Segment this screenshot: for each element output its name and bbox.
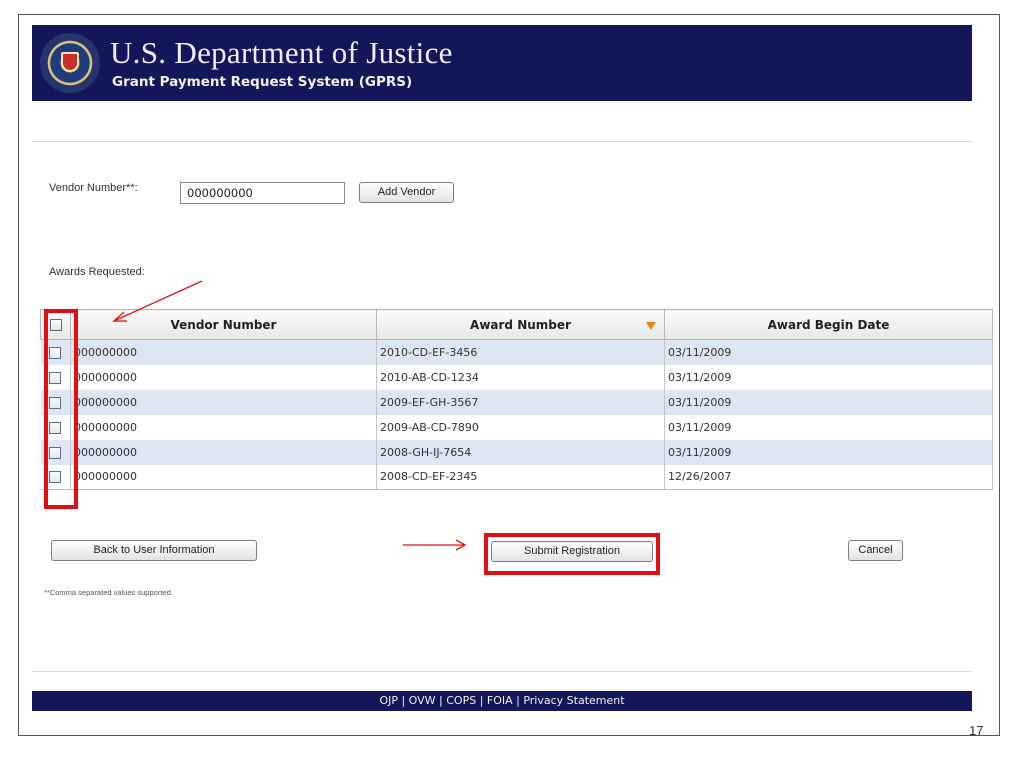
col-vendor-number[interactable]: Vendor Number (70, 309, 377, 340)
add-vendor-button[interactable]: Add Vendor (359, 182, 454, 203)
table-row: 000000000 2008-GH-IJ-7654 03/11/2009 (40, 439, 993, 465)
table-row: 000000000 2009-AB-CD-7890 03/11/2009 (40, 414, 993, 440)
cell-vendor-number: 000000000 (70, 339, 377, 365)
top-divider (32, 141, 972, 142)
cell-award-number: 2009-AB-CD-7890 (376, 414, 665, 440)
table-header-row: Vendor Number Award Number Award Begin D… (40, 309, 993, 340)
submit-registration-button[interactable]: Submit Registration (491, 541, 653, 562)
table-row: 000000000 2009-EF-GH-3567 03/11/2009 (40, 389, 993, 415)
cancel-button[interactable]: Cancel (848, 540, 903, 561)
col-award-number[interactable]: Award Number (376, 309, 665, 340)
cell-award-begin-date: 03/11/2009 (664, 364, 993, 390)
awards-table: Vendor Number Award Number Award Begin D… (40, 309, 993, 490)
cell-vendor-number: 000000000 (70, 464, 377, 490)
footer-bar[interactable]: OJP | OVW | COPS | FOIA | Privacy Statem… (32, 691, 972, 711)
cell-vendor-number: 000000000 (70, 389, 377, 415)
header-title: U.S. Department of Justice (110, 35, 453, 70)
cell-vendor-number: 000000000 (70, 414, 377, 440)
checkbox-column-highlight (44, 309, 78, 509)
awards-requested-label: Awards Requested: (49, 266, 145, 278)
cell-award-number: 2010-AB-CD-1234 (376, 364, 665, 390)
back-to-user-information-button[interactable]: Back to User Information (51, 540, 257, 561)
comma-note: **Comma separated values supported. (44, 588, 173, 597)
cell-award-begin-date: 03/11/2009 (664, 339, 993, 365)
page-number: 17 (969, 723, 984, 738)
table-row: 000000000 2010-CD-EF-3456 03/11/2009 (40, 339, 993, 365)
cell-award-begin-date: 12/26/2007 (664, 464, 993, 490)
cell-vendor-number: 000000000 (70, 364, 377, 390)
app-header: U.S. Department of Justice Grant Payment… (32, 25, 972, 101)
cell-award-begin-date: 03/11/2009 (664, 414, 993, 440)
header-subtitle: Grant Payment Request System (GPRS) (112, 74, 413, 90)
cell-award-number: 2008-CD-EF-2345 (376, 464, 665, 490)
cell-vendor-number: 000000000 (70, 439, 377, 465)
table-row: 000000000 2008-CD-EF-2345 12/26/2007 (40, 464, 993, 490)
col-award-begin-date[interactable]: Award Begin Date (664, 309, 993, 340)
col-award-number-label: Award Number (470, 317, 571, 332)
doj-seal-icon (40, 33, 100, 93)
cell-award-begin-date: 03/11/2009 (664, 389, 993, 415)
cell-award-number: 2010-CD-EF-3456 (376, 339, 665, 365)
vendor-number-input[interactable] (180, 182, 345, 204)
bottom-divider (32, 671, 972, 672)
cell-award-number: 2009-EF-GH-3567 (376, 389, 665, 415)
cell-award-begin-date: 03/11/2009 (664, 439, 993, 465)
table-row: 000000000 2010-AB-CD-1234 03/11/2009 (40, 364, 993, 390)
cell-award-number: 2008-GH-IJ-7654 (376, 439, 665, 465)
vendor-number-label: Vendor Number**: (49, 182, 138, 194)
sort-desc-icon[interactable] (646, 322, 656, 330)
slide-frame: U.S. Department of Justice Grant Payment… (18, 14, 1000, 738)
